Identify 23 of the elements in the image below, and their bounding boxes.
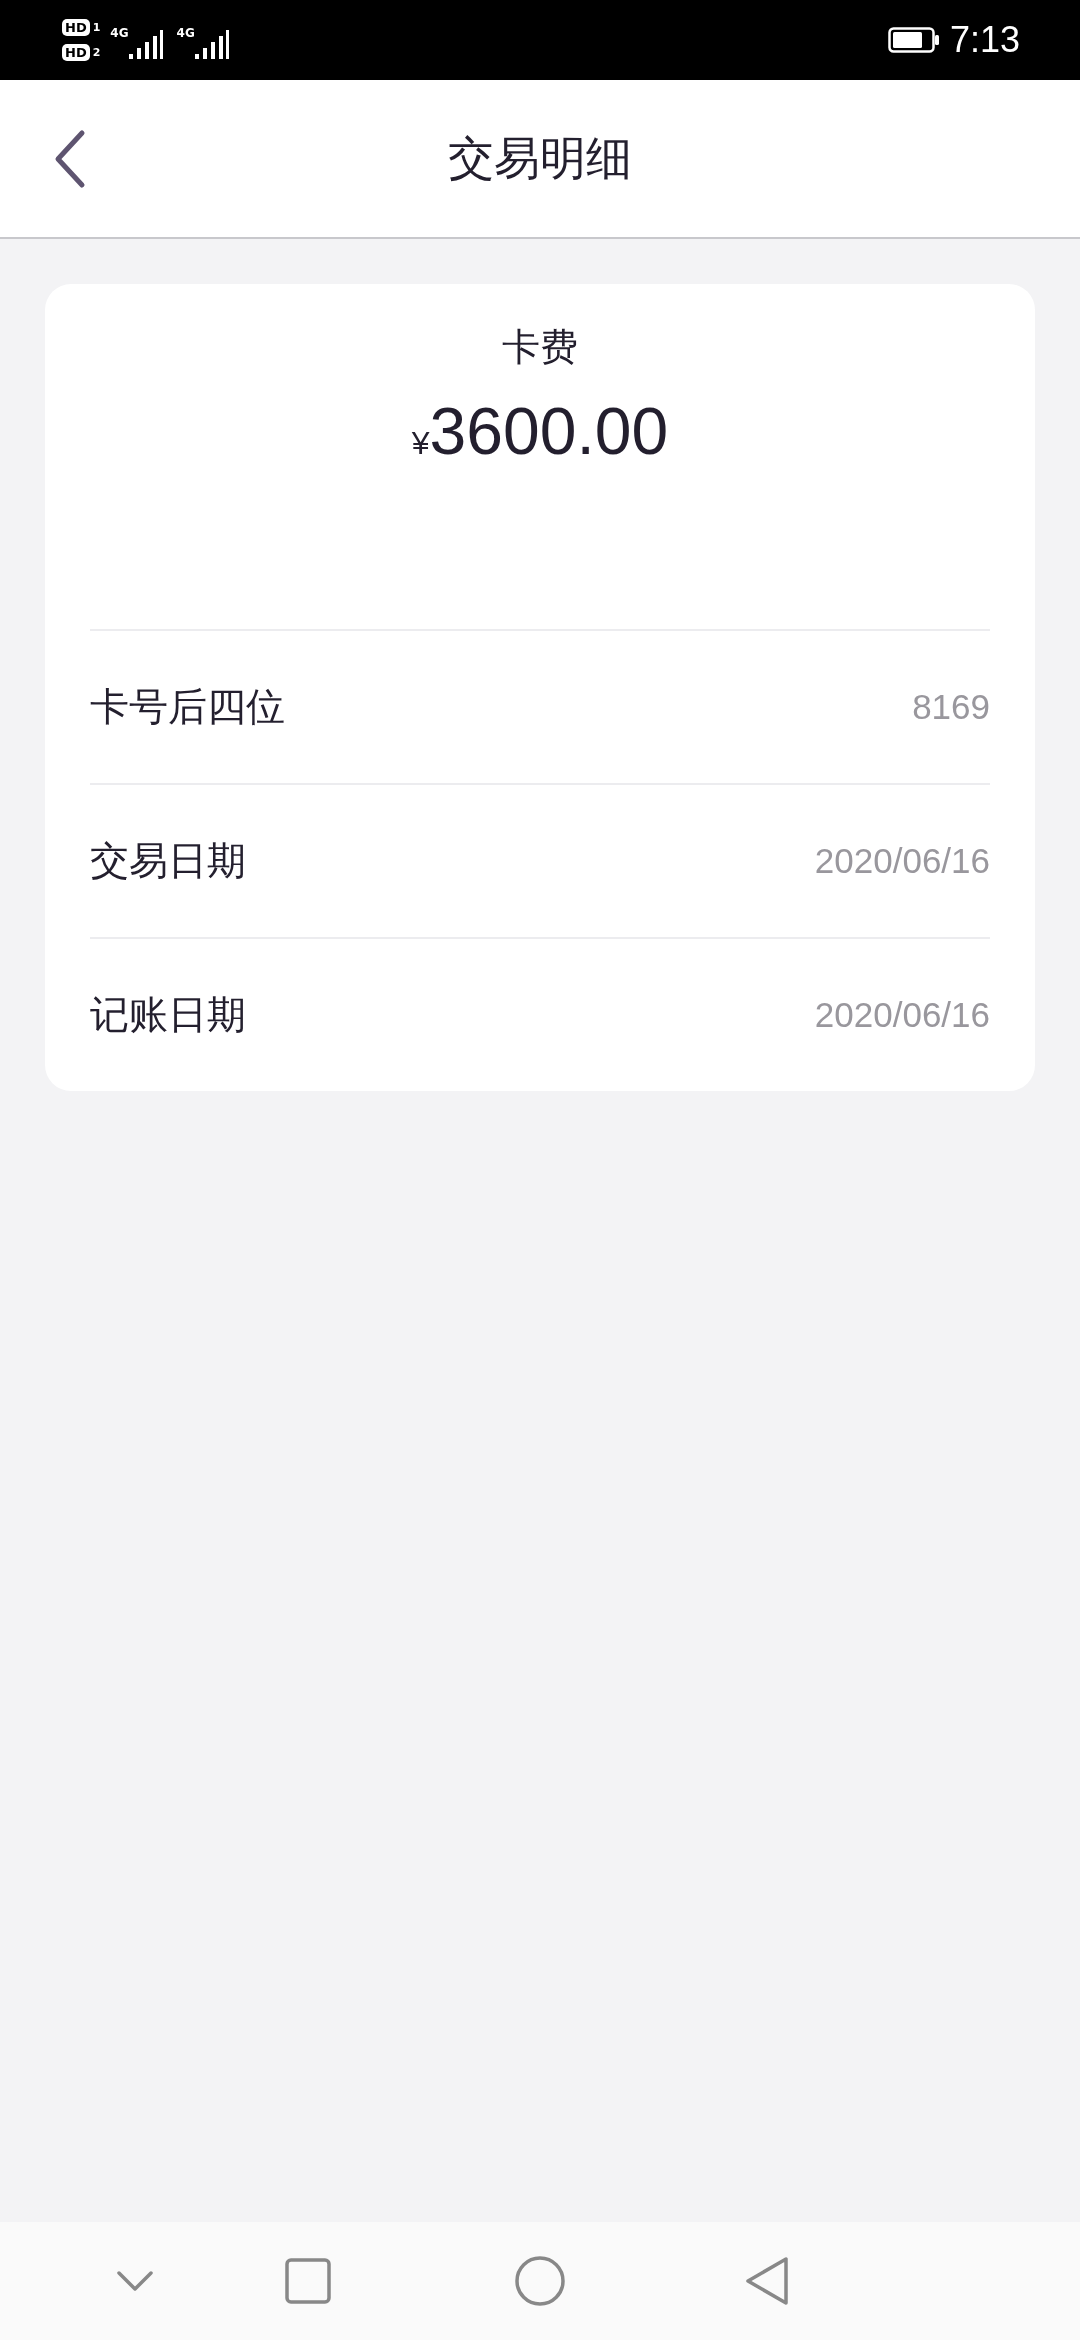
detail-value: 8169 (912, 687, 990, 727)
detail-label: 交易日期 (90, 837, 246, 885)
clock-time: 7:13 (949, 19, 1020, 61)
sim-slot-number: 2 (92, 46, 101, 59)
detail-value: 2020/06/16 (814, 995, 990, 1035)
detail-label: 卡号后四位 (90, 683, 285, 731)
menu-down-button[interactable] (115, 2269, 155, 2293)
signal-icon (128, 30, 163, 60)
transaction-type: 卡费 (502, 324, 578, 371)
network-type-label: 4G (110, 26, 129, 40)
detail-label: 记账日期 (90, 991, 246, 1039)
hd-badge: HD (62, 44, 90, 61)
home-button[interactable] (514, 2255, 566, 2307)
battery-icon (887, 27, 940, 53)
amount-text: 3600.00 (429, 393, 669, 469)
recents-button[interactable] (284, 2257, 332, 2305)
sim-slot-number: 1 (92, 21, 101, 34)
page-title: 交易明细 (448, 129, 632, 187)
currency-symbol: ¥ (411, 425, 430, 462)
hd-badge: HD (62, 19, 90, 36)
network-type-label: 4G (176, 26, 195, 40)
detail-value: 2020/06/16 (814, 841, 990, 881)
signal-icon (194, 30, 229, 60)
